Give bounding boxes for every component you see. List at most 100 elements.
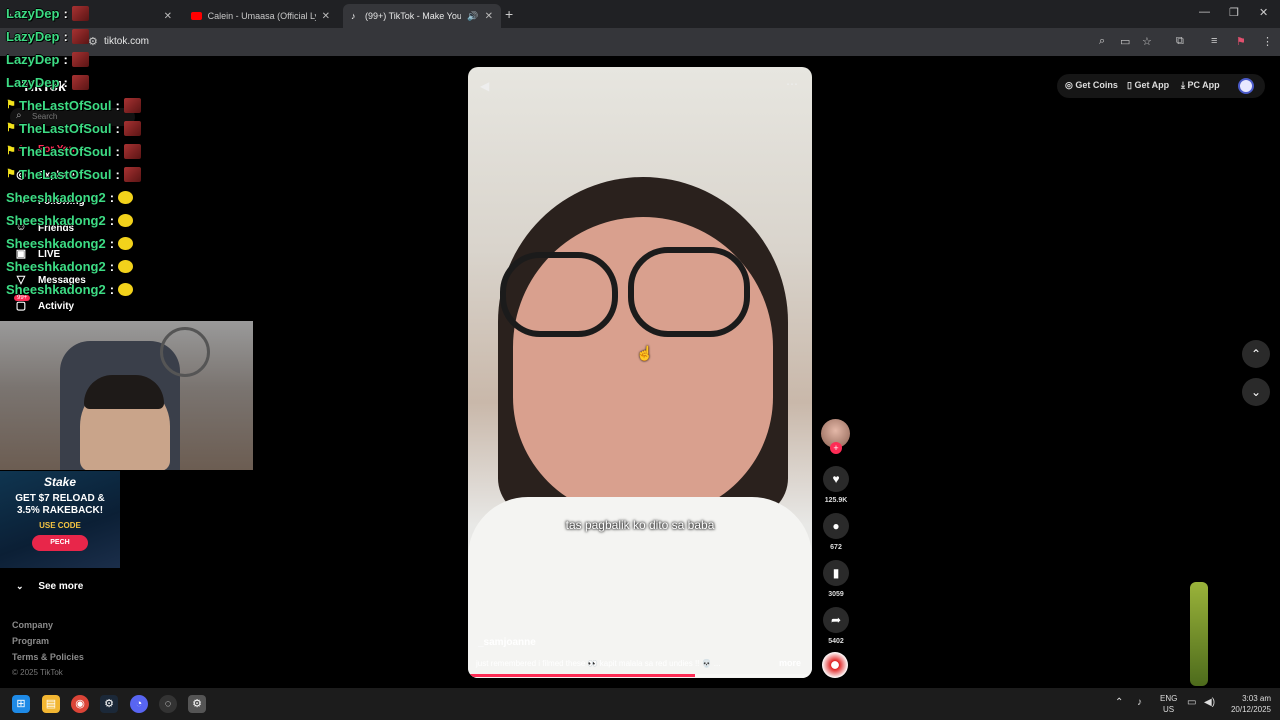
cast-icon[interactable]: ▭: [1120, 35, 1130, 48]
chat-separator: :: [63, 52, 68, 67]
close-icon[interactable]: ✕: [485, 11, 493, 22]
youtube-icon: [191, 12, 202, 20]
profile-avatar[interactable]: [1238, 78, 1254, 94]
chat-separator: :: [115, 98, 120, 113]
follow-plus-icon[interactable]: +: [830, 442, 842, 454]
ad-headline-1: GET $7 RELOAD &: [15, 493, 105, 504]
like-button[interactable]: ♥: [823, 466, 849, 492]
settings-icon[interactable]: ⚙: [188, 695, 206, 713]
discord-icon[interactable]: ◔: [130, 695, 148, 713]
chat-emote-icon: [123, 121, 141, 136]
file-explorer-icon[interactable]: ▤: [42, 695, 60, 713]
close-icon[interactable]: ✕: [322, 11, 330, 22]
language-indicator[interactable]: ENG: [1160, 694, 1177, 703]
chat-message: ⚑ TheLastOfSoul:: [6, 167, 141, 182]
chat-message: Sheeshkadong2:: [6, 259, 134, 274]
fan: [160, 327, 210, 377]
chat-username: LazyDep: [6, 6, 60, 21]
sidebar-item-activity[interactable]: ▢ Activity: [14, 299, 74, 313]
plant-overlay-decoration: [1190, 582, 1208, 686]
description-more-link[interactable]: more: [779, 658, 801, 668]
site-info-icon[interactable]: ⚙: [88, 35, 98, 48]
browser-tab-3[interactable]: ♪ (99+) TikTok - Make Your Da 🔊 ✕: [343, 4, 501, 28]
footer-link-program[interactable]: Program: [12, 636, 49, 646]
address-bar[interactable]: tiktok.com: [104, 36, 149, 47]
windows-start-icon[interactable]: ⊞: [12, 695, 30, 713]
speaker-icon[interactable]: 🔊: [467, 11, 478, 22]
clock-time[interactable]: 3:03 am: [1226, 694, 1271, 703]
tray-expand-icon[interactable]: ⌃: [1115, 697, 1123, 708]
browser-menu-icon[interactable]: ⋮: [1262, 35, 1273, 48]
tab-label: Calein - Umaasa (Official Lyric V: [207, 11, 316, 21]
pc-app-button[interactable]: ⤓ PC App: [1181, 80, 1220, 91]
chevron-up-icon: ⌃: [1250, 347, 1262, 361]
music-disc-icon[interactable]: [822, 652, 848, 678]
zoom-icon[interactable]: ⌕: [1099, 35, 1105, 48]
ad-code-button[interactable]: PECH: [32, 535, 88, 551]
chat-message: LazyDep:: [6, 75, 89, 90]
maximize-icon[interactable]: ❐: [1229, 6, 1239, 19]
chat-separator: :: [115, 121, 120, 136]
close-icon[interactable]: ✕: [164, 11, 172, 22]
flag-badge-icon: ⚑: [6, 168, 16, 180]
download-icon: ⤓: [1181, 80, 1185, 90]
save-button[interactable]: ▮: [823, 560, 849, 586]
chat-message: ⚑ TheLastOfSoul:: [6, 144, 141, 159]
chat-separator: :: [63, 6, 68, 21]
comment-count: 672: [830, 544, 842, 551]
bookmark-star-icon[interactable]: ☆: [1142, 35, 1152, 48]
browser-tab-2[interactable]: Calein - Umaasa (Official Lyric V ✕: [183, 4, 338, 28]
chevron-down-icon: ⌄: [16, 581, 24, 591]
chat-emote-icon: [71, 29, 89, 44]
see-more-link[interactable]: ⌄ See more: [16, 581, 83, 592]
video-username[interactable]: _samjoanne: [478, 637, 536, 648]
heart-icon: ♥: [832, 472, 840, 486]
minimize-icon[interactable]: —: [1199, 6, 1210, 18]
video-player[interactable]: ◀ ⋯ tas pagbalik ko dito sa baba _samjoa…: [468, 67, 812, 678]
extensions-icon[interactable]: ⧉: [1176, 35, 1184, 48]
get-app-button[interactable]: ▯ Get App: [1127, 80, 1169, 91]
media-control-icon[interactable]: ≡: [1211, 35, 1217, 47]
chat-message: LazyDep:: [6, 29, 89, 44]
chat-username: TheLastOfSoul: [19, 167, 112, 182]
keyboard-layout[interactable]: US: [1163, 705, 1174, 714]
extension-flag-icon[interactable]: ⚑: [1236, 35, 1246, 48]
previous-video-button[interactable]: ⌃: [1242, 340, 1270, 368]
chat-emote-icon: [123, 144, 141, 159]
coin-icon: ◎: [1065, 80, 1073, 90]
clock-date[interactable]: 20/12/2025: [1222, 705, 1271, 714]
chat-separator: :: [109, 213, 115, 228]
more-options-icon[interactable]: ⋯: [786, 77, 798, 91]
comment-button[interactable]: ●: [823, 513, 849, 539]
chat-emote-icon: [71, 6, 89, 21]
save-count: 3059: [828, 591, 844, 598]
steam-icon[interactable]: ⚙: [100, 695, 118, 713]
chat-message: Sheeshkadong2:: [6, 236, 134, 251]
network-icon[interactable]: ▭: [1187, 697, 1196, 708]
stake-ad[interactable]: Stake GET $7 RELOAD & 3.5% RAKEBACK! USE…: [0, 471, 120, 568]
footer-link-terms[interactable]: Terms & Policies: [12, 652, 84, 662]
video-progress-track[interactable]: [468, 674, 812, 677]
chat-message: ⚑ TheLastOfSoul:: [6, 121, 141, 136]
speaker-icon[interactable]: ◀): [1204, 697, 1215, 708]
next-video-button[interactable]: ⌄: [1242, 378, 1270, 406]
window-close-icon[interactable]: ✕: [1259, 6, 1268, 19]
get-coins-button[interactable]: ◎ Get Coins: [1065, 80, 1118, 91]
microphone-icon[interactable]: ♪: [1137, 697, 1142, 708]
video-subject-glasses: [628, 247, 750, 337]
video-progress-fill: [468, 674, 696, 677]
chat-separator: :: [109, 259, 115, 274]
chat-username: LazyDep: [6, 75, 60, 90]
share-count: 5402: [828, 638, 844, 645]
footer-link-company[interactable]: Company: [12, 620, 53, 630]
chat-separator: :: [109, 236, 115, 251]
chat-separator: :: [109, 282, 115, 297]
chat-emote-icon: [123, 167, 141, 182]
phone-icon: ▯: [1127, 80, 1132, 90]
new-tab-button[interactable]: +: [505, 6, 513, 22]
chrome-icon[interactable]: ◉: [71, 695, 89, 713]
share-button[interactable]: ➦: [823, 607, 849, 633]
chat-username: TheLastOfSoul: [19, 121, 112, 136]
obs-icon[interactable]: ◌: [159, 695, 177, 713]
volume-icon[interactable]: ◀: [480, 79, 489, 93]
